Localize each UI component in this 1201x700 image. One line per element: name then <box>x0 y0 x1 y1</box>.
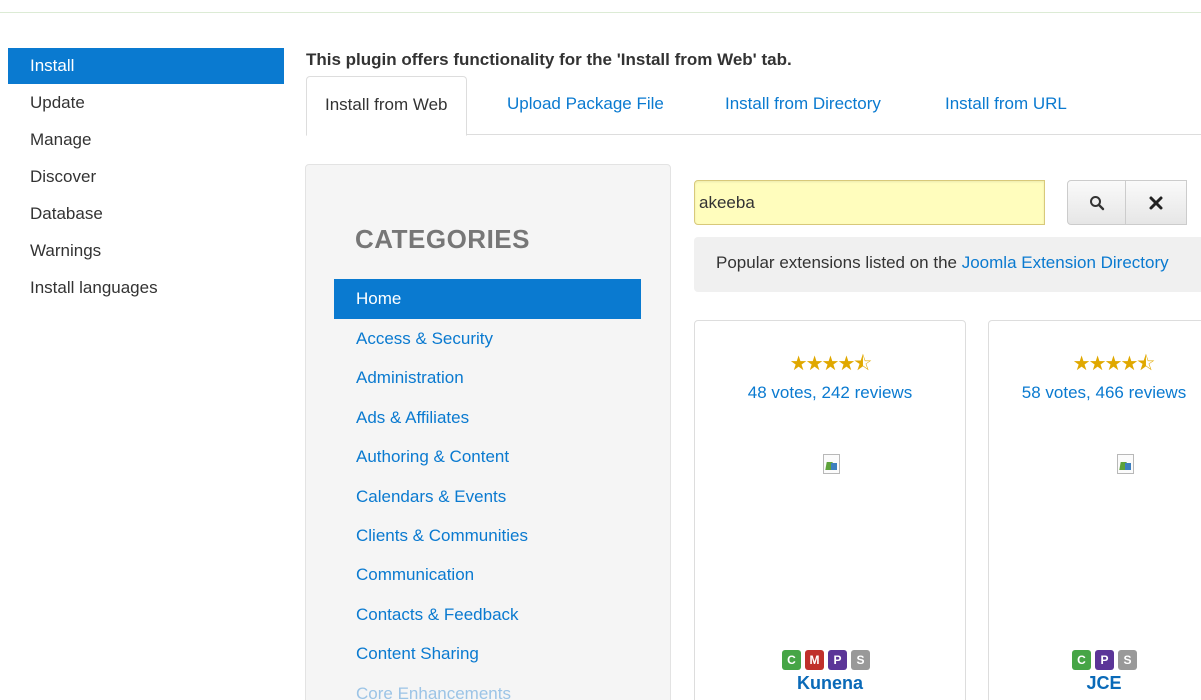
tab-install-from-directory[interactable]: Install from Directory <box>725 76 881 135</box>
rating-stars: ★★★★⯪ <box>1072 353 1156 375</box>
sidebar-item-discover[interactable]: Discover <box>8 157 284 196</box>
category-authoring-content[interactable]: Authoring & Content <box>334 437 641 476</box>
category-calendars-events[interactable]: Calendars & Events <box>334 477 641 516</box>
compatibility-badges: C M P S <box>782 650 870 670</box>
broken-image-icon <box>1115 453 1137 475</box>
extension-card[interactable]: ★★★★⯪ 48 votes, 242 reviews C M P S Kune… <box>694 320 966 700</box>
close-icon <box>1149 196 1163 209</box>
tab-upload-package-file[interactable]: Upload Package File <box>507 76 664 135</box>
sidebar-item-database[interactable]: Database <box>8 194 284 233</box>
jed-link[interactable]: Joomla Extension Directory <box>962 253 1169 272</box>
sidebar-item-warnings[interactable]: Warnings <box>8 231 284 270</box>
tab-install-from-url[interactable]: Install from URL <box>945 76 1067 135</box>
search-input[interactable] <box>694 180 1045 225</box>
category-content-sharing[interactable]: Content Sharing <box>334 634 641 673</box>
category-clients-communities[interactable]: Clients & Communities <box>334 516 641 555</box>
plugin-description: This plugin offers functionality for the… <box>306 50 792 69</box>
search-icon <box>1089 195 1104 210</box>
install-tabs: Install from Web Upload Package File Ins… <box>306 76 1201 136</box>
badge-plugin: P <box>1095 650 1114 670</box>
badge-module: M <box>805 650 824 670</box>
category-core-enhancements[interactable]: Core Enhancements <box>334 674 641 700</box>
categories-list: Home Access & Security Administration Ad… <box>334 279 641 700</box>
category-ads-affiliates[interactable]: Ads & Affiliates <box>334 398 641 437</box>
sidebar-item-manage[interactable]: Manage <box>8 120 284 159</box>
category-home[interactable]: Home <box>334 279 641 319</box>
badge-component: C <box>782 650 801 670</box>
popular-extensions-info: Popular extensions listed on the Joomla … <box>694 237 1201 292</box>
votes-reviews-link[interactable]: 48 votes, 242 reviews <box>695 383 965 403</box>
sidebar-item-update[interactable]: Update <box>8 83 284 122</box>
category-administration[interactable]: Administration <box>334 358 641 397</box>
compatibility-badges: C P S <box>1072 650 1137 670</box>
broken-image-icon <box>821 453 843 475</box>
search-button[interactable] <box>1067 180 1126 225</box>
categories-title: CATEGORIES <box>355 224 530 254</box>
info-text: Popular extensions listed on the <box>716 253 962 272</box>
category-communication[interactable]: Communication <box>334 555 641 594</box>
category-contacts-feedback[interactable]: Contacts & Feedback <box>334 595 641 634</box>
category-access-security[interactable]: Access & Security <box>334 319 641 358</box>
extension-card[interactable]: ★★★★⯪ 58 votes, 466 reviews C P S JCE <box>988 320 1201 700</box>
clear-search-button[interactable] <box>1126 180 1187 225</box>
badge-component: C <box>1072 650 1091 670</box>
extension-name[interactable]: JCE <box>975 673 1201 694</box>
installer-sidebar: Install Update Manage Discover Database … <box>8 48 284 307</box>
top-divider <box>0 12 1201 13</box>
badge-service: S <box>1118 650 1137 670</box>
search-button-group <box>1067 180 1187 225</box>
sidebar-item-install-languages[interactable]: Install languages <box>8 268 284 307</box>
extension-name[interactable]: Kunena <box>695 673 965 694</box>
badge-service: S <box>851 650 870 670</box>
rating-stars: ★★★★⯪ <box>789 353 873 375</box>
badge-plugin: P <box>828 650 847 670</box>
tab-install-from-web[interactable]: Install from Web <box>306 76 467 136</box>
sidebar-item-install[interactable]: Install <box>8 48 284 84</box>
votes-reviews-link[interactable]: 58 votes, 466 reviews <box>975 383 1201 403</box>
